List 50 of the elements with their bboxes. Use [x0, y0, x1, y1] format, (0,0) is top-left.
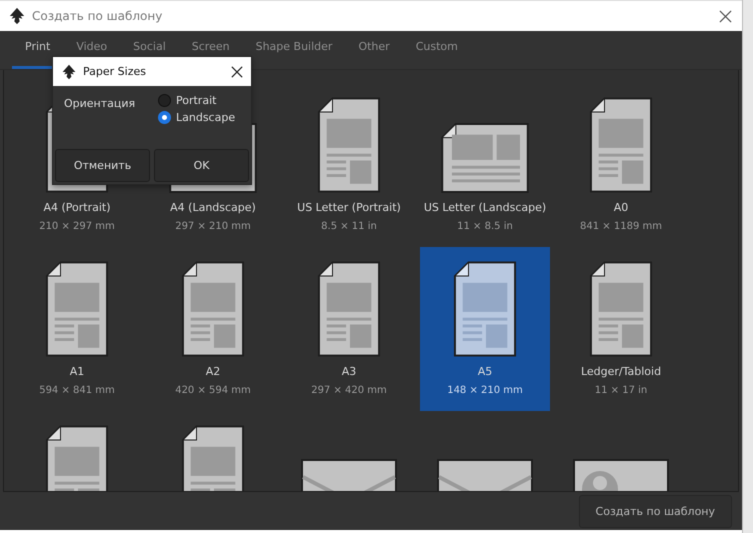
tab[interactable]: Shape Builder — [242, 37, 346, 69]
template-item[interactable]: A3 297 × 420 mm — [284, 246, 414, 411]
template-size: 148 × 210 mm — [447, 384, 523, 396]
page-icon — [317, 96, 381, 193]
template-item[interactable]: A0 841 × 1189 mm — [556, 82, 686, 247]
page-icon — [453, 260, 517, 357]
template-name: A1 — [70, 364, 84, 378]
template-size: 594 × 841 mm — [39, 384, 115, 396]
template-size: 841 × 1189 mm — [580, 220, 662, 232]
template-name: Ledger/Tabloid — [580, 364, 662, 378]
radio-option[interactable]: Portrait — [158, 94, 236, 107]
window-title: Создать по шаблону — [32, 9, 164, 23]
radio-option[interactable]: Landscape — [158, 111, 236, 124]
template-item[interactable]: A1 594 × 841 mm — [12, 246, 142, 411]
close-icon[interactable] — [231, 66, 243, 78]
template-size: 11 × 17 in — [594, 384, 648, 396]
template-size: 297 × 210 mm — [175, 220, 251, 232]
template-size: 210 × 297 mm — [39, 220, 115, 232]
template-name: A5 — [478, 364, 492, 378]
create-from-template-button[interactable]: Создать по шаблону — [578, 494, 732, 528]
template-item[interactable]: US Letter (Portrait) 8.5 × 11 in — [284, 82, 414, 247]
template-name: A3 — [342, 364, 356, 378]
radio-button[interactable] — [158, 111, 171, 124]
template-size: 8.5 × 11 in — [321, 220, 377, 232]
template-name: A4 (Landscape) — [170, 200, 256, 214]
radio-button[interactable] — [158, 94, 171, 107]
page-icon — [440, 122, 530, 193]
template-name: A4 (Portrait) — [43, 200, 111, 214]
tab[interactable]: Custom — [402, 37, 471, 69]
template-item[interactable]: A5 148 × 210 mm — [420, 246, 550, 411]
dialog-title: Paper Sizes — [83, 65, 147, 78]
template-item[interactable]: US Letter (Landscape) 11 × 8.5 in — [420, 82, 550, 247]
page-icon — [589, 260, 653, 357]
page-icon — [317, 260, 381, 357]
template-name: US Letter (Portrait) — [297, 200, 401, 214]
page-icon — [589, 96, 653, 193]
template-size: 420 × 594 mm — [175, 384, 251, 396]
page-icon — [45, 260, 109, 357]
template-item[interactable]: Ledger/Tabloid 11 × 17 in — [556, 246, 686, 411]
template-name: A2 — [206, 364, 220, 378]
app-logo-icon — [8, 7, 26, 25]
template-name: A0 — [614, 200, 628, 214]
template-name: US Letter (Landscape) — [424, 200, 546, 214]
tab[interactable]: Other — [345, 37, 403, 69]
template-size: 11 × 8.5 in — [457, 220, 513, 232]
template-item[interactable]: A2 420 × 594 mm — [148, 246, 278, 411]
app-logo-icon — [61, 64, 77, 80]
template-size: 297 × 420 mm — [311, 384, 387, 396]
page-icon — [181, 260, 245, 357]
close-icon[interactable] — [719, 10, 732, 22]
